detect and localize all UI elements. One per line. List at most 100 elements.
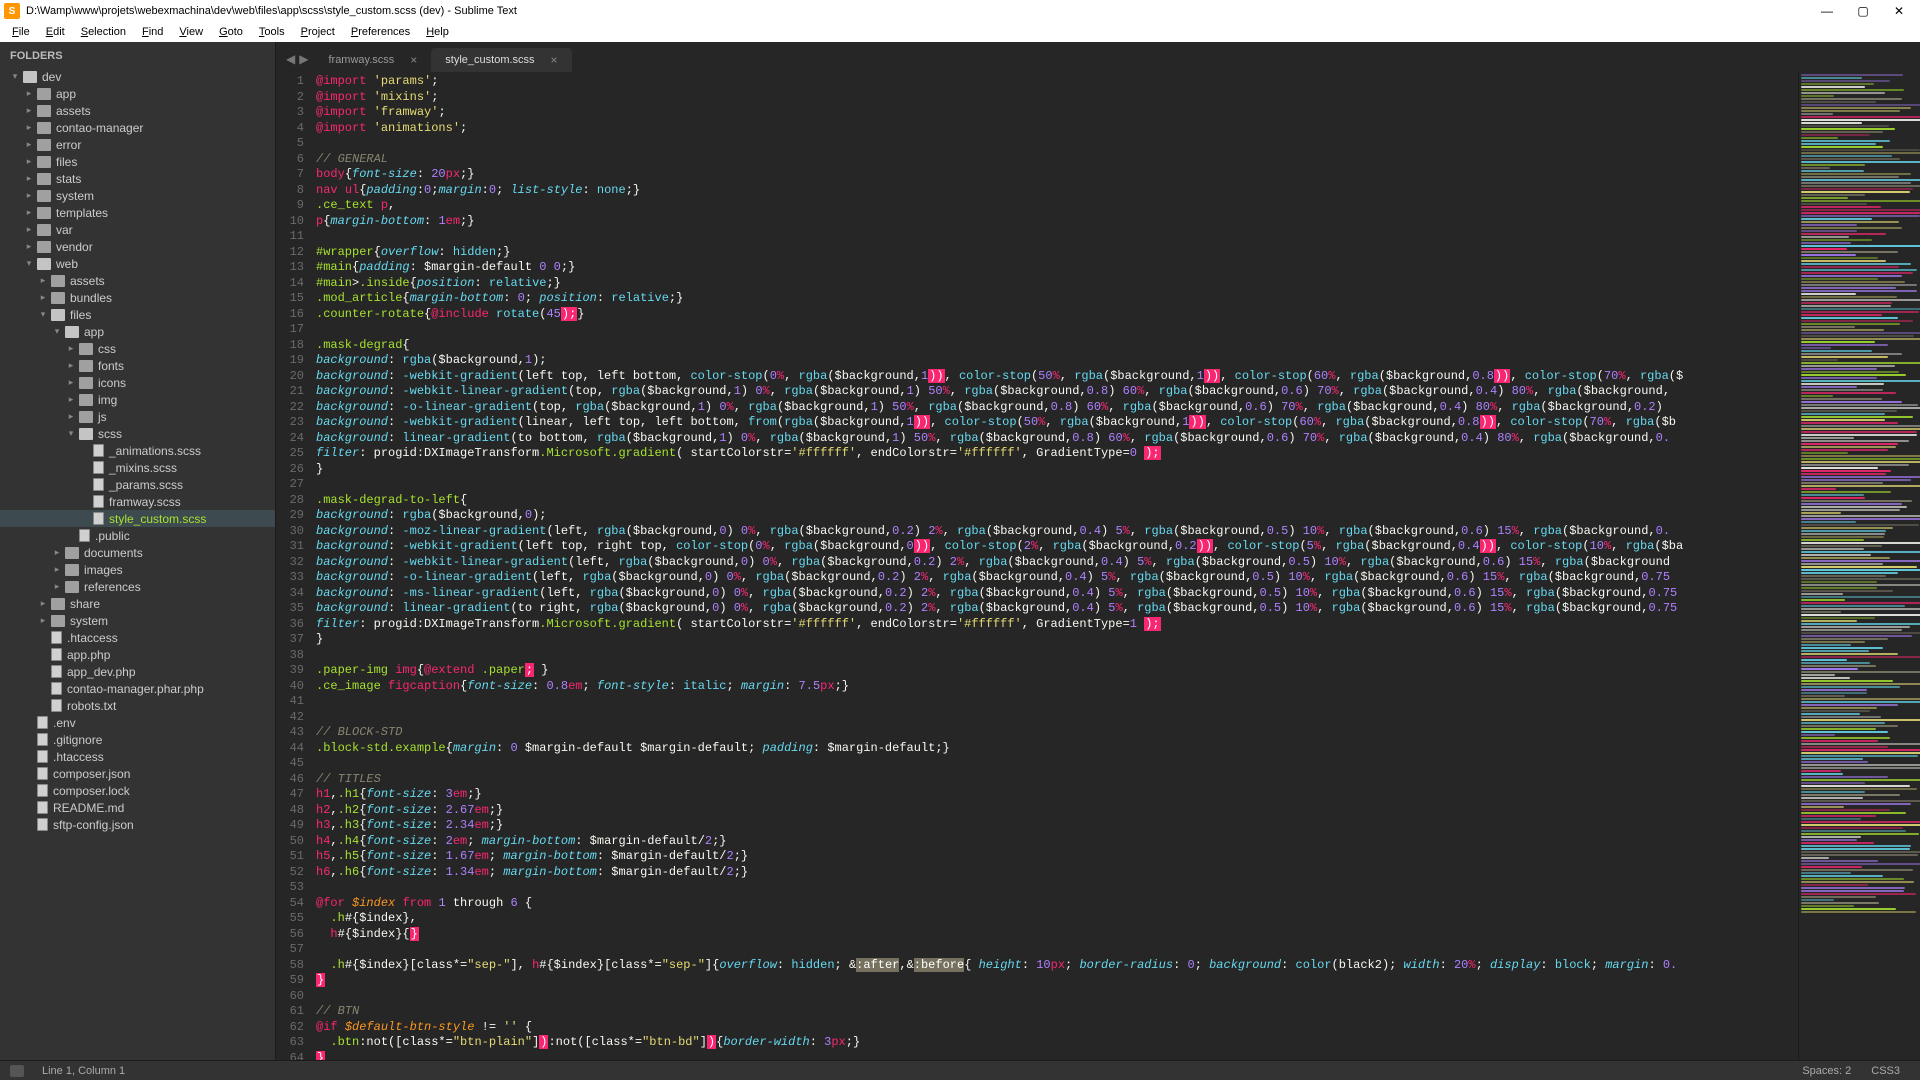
nav-back-icon[interactable]: ◀ <box>286 52 295 66</box>
folder-row[interactable]: ▾scss <box>0 425 275 442</box>
code-line[interactable] <box>312 477 1798 493</box>
code-line[interactable]: @for $index from 1 through 6 { <box>312 896 1798 912</box>
folder-row[interactable]: ▸documents <box>0 544 275 561</box>
menu-preferences[interactable]: Preferences <box>343 24 418 40</box>
folder-row[interactable]: ▸app <box>0 85 275 102</box>
chevron-right-icon[interactable]: ▸ <box>24 122 34 132</box>
chevron-down-icon[interactable]: ▾ <box>52 326 62 336</box>
folder-row[interactable]: ▸stats <box>0 170 275 187</box>
minimap[interactable] <box>1798 72 1920 1060</box>
chevron-right-icon[interactable]: ▸ <box>38 292 48 302</box>
code-line[interactable]: } <box>312 462 1798 478</box>
file-row[interactable]: _mixins.scss <box>0 459 275 476</box>
chevron-right-icon[interactable]: ▸ <box>24 105 34 115</box>
file-row[interactable]: .htaccess <box>0 748 275 765</box>
code-line[interactable]: background: rgba($background,0); <box>312 508 1798 524</box>
chevron-right-icon[interactable]: ▸ <box>38 598 48 608</box>
code-line[interactable] <box>312 942 1798 958</box>
code-line[interactable]: } <box>312 632 1798 648</box>
chevron-right-icon[interactable]: ▸ <box>66 377 76 387</box>
tab-style_custom-scss[interactable]: style_custom.scss× <box>431 48 571 72</box>
code-line[interactable]: .mask-degrad-to-left{ <box>312 493 1798 509</box>
code-line[interactable]: #wrapper{overflow: hidden;} <box>312 245 1798 261</box>
folder-row[interactable]: ▸icons <box>0 374 275 391</box>
file-row[interactable]: _animations.scss <box>0 442 275 459</box>
folder-row[interactable]: ▸img <box>0 391 275 408</box>
close-icon[interactable]: × <box>410 53 417 67</box>
code-line[interactable]: .counter-rotate{@include rotate(45);} <box>312 307 1798 323</box>
file-row[interactable]: .htaccess <box>0 629 275 646</box>
close-icon[interactable]: × <box>551 53 558 67</box>
code-line[interactable]: @if $default-btn-style != '' { <box>312 1020 1798 1036</box>
code-line[interactable]: .mask-degrad{ <box>312 338 1798 354</box>
folder-row[interactable]: ▸contao-manager <box>0 119 275 136</box>
file-row[interactable]: robots.txt <box>0 697 275 714</box>
code-line[interactable]: .paper-img img{@extend .paper; } <box>312 663 1798 679</box>
code-line[interactable] <box>312 648 1798 664</box>
code-line[interactable]: @import 'mixins'; <box>312 90 1798 106</box>
code-line[interactable] <box>312 710 1798 726</box>
chevron-right-icon[interactable]: ▸ <box>52 581 62 591</box>
code-line[interactable]: background: -o-linear-gradient(top, rgba… <box>312 400 1798 416</box>
folder-row[interactable]: ▸system <box>0 187 275 204</box>
code-line[interactable]: h6,.h6{font-size: 1.34em; margin-bottom:… <box>312 865 1798 881</box>
code-line[interactable] <box>312 989 1798 1005</box>
code-line[interactable]: } <box>312 973 1798 989</box>
code-area[interactable]: @import 'params';@import 'mixins';@impor… <box>312 72 1798 1060</box>
code-line[interactable]: @import 'params'; <box>312 74 1798 90</box>
code-line[interactable]: background: -webkit-gradient(linear, lef… <box>312 415 1798 431</box>
file-row[interactable]: sftp-config.json <box>0 816 275 833</box>
file-row[interactable]: style_custom.scss <box>0 510 275 527</box>
code-line[interactable] <box>312 694 1798 710</box>
code-line[interactable]: body{font-size: 20px;} <box>312 167 1798 183</box>
code-line[interactable]: background: -webkit-gradient(left top, r… <box>312 539 1798 555</box>
chevron-right-icon[interactable]: ▸ <box>66 394 76 404</box>
menu-find[interactable]: Find <box>134 24 171 40</box>
chevron-right-icon[interactable]: ▸ <box>24 173 34 183</box>
file-row[interactable]: .gitignore <box>0 731 275 748</box>
code-line[interactable]: .ce_image figcaption{font-size: 0.8em; f… <box>312 679 1798 695</box>
status-lang[interactable]: CSS3 <box>1861 1065 1910 1077</box>
menu-help[interactable]: Help <box>418 24 457 40</box>
status-spaces[interactable]: Spaces: 2 <box>1792 1065 1861 1077</box>
folder-row[interactable]: ▸js <box>0 408 275 425</box>
code-line[interactable]: // BTN <box>312 1004 1798 1020</box>
chevron-right-icon[interactable]: ▸ <box>24 190 34 200</box>
code-line[interactable] <box>312 322 1798 338</box>
folder-tree[interactable]: ▾dev▸app▸assets▸contao-manager▸error▸fil… <box>0 68 275 833</box>
code-line[interactable]: .block-std.example{margin: 0 $margin-def… <box>312 741 1798 757</box>
code-line[interactable]: h3,.h3{font-size: 2.34em;} <box>312 818 1798 834</box>
menu-view[interactable]: View <box>171 24 211 40</box>
code-line[interactable]: .h#{$index}, <box>312 911 1798 927</box>
code-line[interactable]: } <box>312 1051 1798 1061</box>
folder-row[interactable]: ▾files <box>0 306 275 323</box>
menu-goto[interactable]: Goto <box>211 24 251 40</box>
code-line[interactable]: h#{$index}{} <box>312 927 1798 943</box>
status-icon[interactable] <box>10 1065 24 1077</box>
code-line[interactable]: background: -webkit-linear-gradient(top,… <box>312 384 1798 400</box>
folder-row[interactable]: ▸templates <box>0 204 275 221</box>
code-line[interactable] <box>312 136 1798 152</box>
folder-row[interactable]: ▸files <box>0 153 275 170</box>
folder-row[interactable]: ▸assets <box>0 272 275 289</box>
code-line[interactable]: background: -webkit-linear-gradient(left… <box>312 555 1798 571</box>
chevron-right-icon[interactable]: ▸ <box>24 224 34 234</box>
folder-row[interactable]: ▸error <box>0 136 275 153</box>
code-line[interactable]: background: -moz-linear-gradient(left, r… <box>312 524 1798 540</box>
code-line[interactable]: background: -ms-linear-gradient(left, rg… <box>312 586 1798 602</box>
chevron-right-icon[interactable]: ▸ <box>66 343 76 353</box>
file-row[interactable]: contao-manager.phar.php <box>0 680 275 697</box>
code-line[interactable]: .btn:not([class*="btn-plain"]):not([clas… <box>312 1035 1798 1051</box>
folder-row[interactable]: ▸share <box>0 595 275 612</box>
chevron-down-icon[interactable]: ▾ <box>66 428 76 438</box>
code-line[interactable]: background: rgba($background,1); <box>312 353 1798 369</box>
chevron-down-icon[interactable]: ▾ <box>10 71 20 81</box>
file-row[interactable]: .public <box>0 527 275 544</box>
menu-selection[interactable]: Selection <box>73 24 134 40</box>
folder-row[interactable]: ▸fonts <box>0 357 275 374</box>
code-line[interactable]: filter: progid:DXImageTransform.Microsof… <box>312 617 1798 633</box>
file-row[interactable]: .env <box>0 714 275 731</box>
file-row[interactable]: app.php <box>0 646 275 663</box>
code-line[interactable]: // GENERAL <box>312 152 1798 168</box>
menu-project[interactable]: Project <box>293 24 343 40</box>
